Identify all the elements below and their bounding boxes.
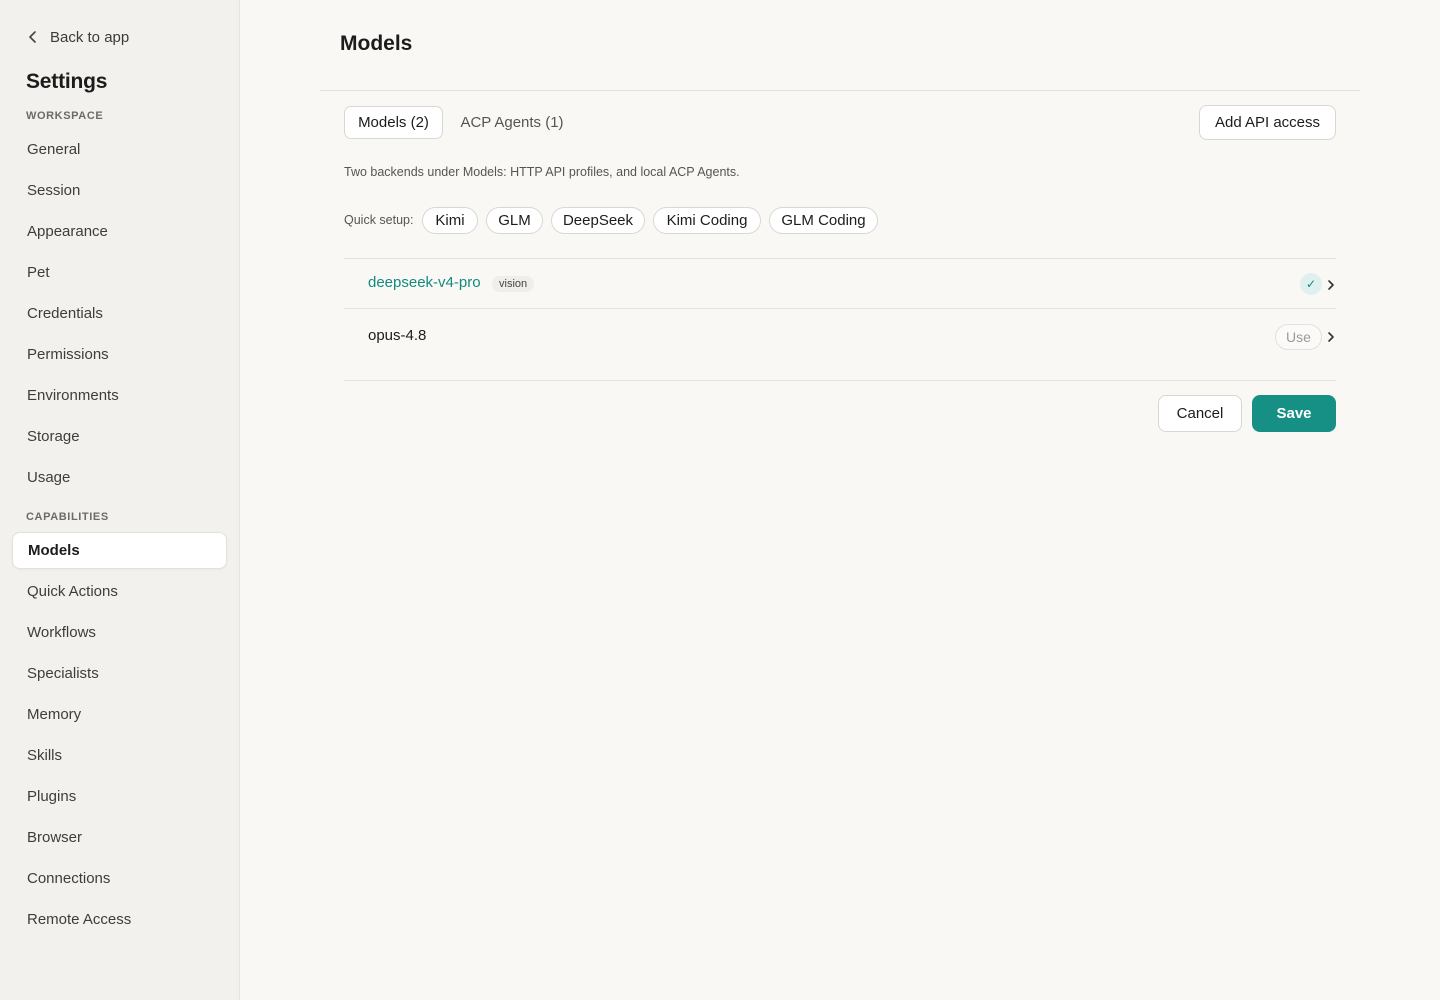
chevron-left-icon	[29, 31, 36, 43]
list-divider-bottom	[344, 380, 1336, 381]
save-button[interactable]: Save	[1252, 395, 1336, 432]
sidebar-item-permissions[interactable]: Permissions	[12, 336, 227, 373]
sidebar-item-memory[interactable]: Memory	[12, 696, 227, 733]
sidebar-item-storage[interactable]: Storage	[12, 418, 227, 455]
title-divider	[320, 90, 1360, 91]
quick-setup-glm-coding[interactable]: GLM Coding	[769, 207, 878, 234]
chevron-right-icon[interactable]	[1326, 279, 1336, 291]
use-model-button[interactable]: Use	[1275, 324, 1322, 350]
back-to-app-link[interactable]: Back to app	[26, 26, 129, 48]
sidebar-item-quick-actions[interactable]: Quick Actions	[12, 573, 227, 610]
cancel-button[interactable]: Cancel	[1158, 395, 1242, 432]
model-row-deepseek-v4-pro[interactable]: deepseek-v4-pro vision ✓	[344, 259, 1336, 308]
chevron-right-icon[interactable]	[1326, 331, 1336, 343]
model-badge-vision: vision	[492, 276, 535, 292]
back-to-app-label: Back to app	[50, 28, 130, 46]
sidebar-item-session[interactable]: Session	[12, 172, 227, 209]
sidebar-title: Settings	[26, 70, 108, 93]
sidebar-item-general[interactable]: General	[12, 131, 227, 168]
quick-setup-kimi-coding[interactable]: Kimi Coding	[653, 207, 761, 234]
tab-models[interactable]: Models (2)	[344, 106, 443, 139]
sidebar-item-credentials[interactable]: Credentials	[12, 295, 227, 332]
add-api-access-button[interactable]: Add API access	[1199, 105, 1336, 140]
sidebar-item-skills[interactable]: Skills	[12, 737, 227, 774]
check-icon: ✓	[1300, 273, 1322, 295]
sidebar-item-specialists[interactable]: Specialists	[12, 655, 227, 692]
quick-setup-kimi[interactable]: Kimi	[422, 207, 478, 234]
main-panel: Models Models (2) ACP Agents (1) Add API…	[240, 0, 1440, 1000]
sidebar-item-workflows[interactable]: Workflows	[12, 614, 227, 651]
quick-setup-label: Quick setup:	[344, 213, 414, 227]
sidebar-item-models[interactable]: Models	[12, 532, 227, 569]
sidebar-item-connections[interactable]: Connections	[12, 860, 227, 897]
models-description: Two backends under Models: HTTP API prof…	[344, 165, 740, 179]
sidebar-item-browser[interactable]: Browser	[12, 819, 227, 856]
page-title: Models	[340, 32, 413, 55]
settings-window: Back to app Settings WORKSPACE General S…	[0, 0, 1440, 1000]
quick-setup-glm[interactable]: GLM	[486, 207, 543, 234]
sidebar-item-remote-access[interactable]: Remote Access	[12, 901, 227, 938]
sidebar-item-environments[interactable]: Environments	[12, 377, 227, 414]
sidebar-item-plugins[interactable]: Plugins	[12, 778, 227, 815]
sidebar-item-pet[interactable]: Pet	[12, 254, 227, 291]
section-label-capabilities: CAPABILITIES	[26, 511, 109, 523]
model-name: opus-4.8	[368, 327, 427, 344]
model-row-opus-4-8[interactable]: opus-4.8 Use	[344, 309, 1336, 380]
sidebar-item-appearance[interactable]: Appearance	[12, 213, 227, 250]
section-label-workspace: WORKSPACE	[26, 110, 104, 122]
quick-setup-deepseek[interactable]: DeepSeek	[551, 207, 645, 234]
sidebar-item-usage[interactable]: Usage	[12, 459, 227, 496]
tab-acp-agents[interactable]: ACP Agents (1)	[452, 106, 572, 139]
sidebar: Back to app Settings WORKSPACE General S…	[0, 0, 240, 1000]
model-name: deepseek-v4-pro	[368, 274, 481, 291]
